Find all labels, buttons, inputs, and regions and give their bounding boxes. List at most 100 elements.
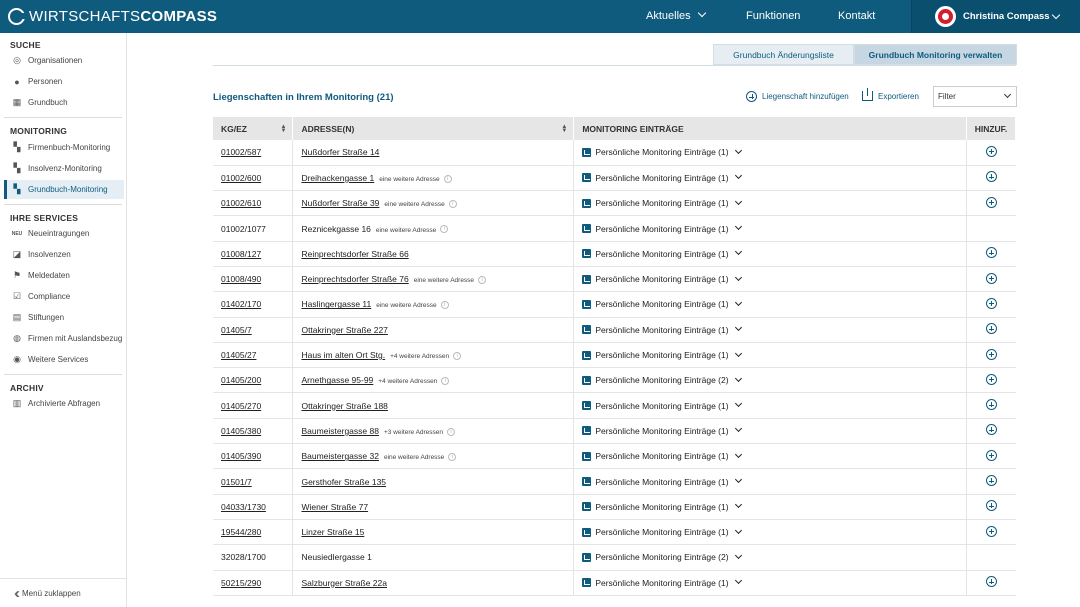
monitoring-dropdown[interactable]: Persönliche Monitoring Einträge (1) [582,526,966,537]
monitoring-dropdown[interactable]: Persönliche Monitoring Einträge (1) [582,273,966,284]
kgez-link[interactable]: 01405/7 [221,325,252,335]
sidebar-item-stiftungen[interactable]: ▤ Stiftungen [4,308,124,327]
sidebar-item-firmenbuch-monitoring[interactable]: ▚ Firmenbuch-Monitoring [4,138,124,157]
monitoring-dropdown[interactable]: Persönliche Monitoring Einträge (2) [582,551,966,562]
address-link[interactable]: Arnethgasse 95-99 [301,375,373,385]
add-circle-icon[interactable] [985,399,997,411]
sidebar-item-organisationen[interactable]: ◎ Organisationen [4,51,124,70]
add-property-button[interactable]: Liegenschaft hinzufügen [746,91,849,102]
monitoring-dropdown[interactable]: Persönliche Monitoring Einträge (1) [582,501,966,512]
address-link[interactable]: Ottakringer Straße 227 [301,325,387,335]
monitoring-dropdown[interactable]: Persönliche Monitoring Einträge (1) [582,197,966,208]
logo[interactable]: WIRTSCHAFTS COMPASS [8,8,217,25]
kgez-link[interactable]: 01501/7 [221,477,252,487]
kgez-link[interactable]: 01405/390 [221,451,261,461]
monitoring-dropdown[interactable]: Persönliche Monitoring Einträge (1) [582,146,966,157]
tab-monitoring-verwalten[interactable]: Grundbuch Monitoring verwalten [854,44,1017,65]
sidebar-item-insolvenzen[interactable]: ◪ Insolvenzen [4,245,124,264]
kgez-link[interactable]: 01002/587 [221,147,261,157]
kgez-link[interactable]: 01008/127 [221,249,261,259]
sidebar-item-insolvenz-monitoring[interactable]: ▚ Insolvenz-Monitoring [4,159,124,178]
add-circle-icon[interactable] [985,171,997,183]
address-link[interactable]: Baumeistergasse 88 [301,426,379,436]
collapse-menu-button[interactable]: ‹‹ Menü zuklappen [0,578,127,607]
address-link[interactable]: Wiener Straße 77 [301,502,368,512]
nav-aktuelles[interactable]: Aktuelles [646,0,706,33]
kgez-link[interactable]: 04033/1730 [221,502,266,512]
info-icon[interactable]: i [478,275,487,284]
address-link[interactable]: Reznicekgasse 16 [301,224,370,234]
kgez-link[interactable]: 01008/490 [221,274,261,284]
info-icon[interactable]: i [448,452,457,461]
sidebar-item-neueintragungen[interactable]: NEU Neueintragungen [4,224,124,243]
sidebar-item-compliance[interactable]: ☑ Compliance [4,287,124,306]
kgez-link[interactable]: 50215/290 [221,578,261,588]
tab-aenderungsliste[interactable]: Grundbuch Änderungsliste [713,44,854,65]
address-link[interactable]: Dreihackengasse 1 [301,173,374,183]
add-circle-icon[interactable] [985,500,997,512]
export-button[interactable]: Exportieren [862,88,919,101]
sidebar-item-archivierte-abfragen[interactable]: ▥ Archivierte Abfragen [4,394,124,413]
monitoring-dropdown[interactable]: Persönliche Monitoring Einträge (2) [582,374,966,385]
info-icon[interactable]: i [440,301,449,310]
add-circle-icon[interactable] [985,373,997,385]
sidebar-item-meldedaten[interactable]: ⚑ Meldedaten [4,266,124,285]
monitoring-dropdown[interactable]: Persönliche Monitoring Einträge (1) [582,172,966,183]
kgez-link[interactable]: 01002/600 [221,173,261,183]
info-icon[interactable]: i [443,174,452,183]
sidebar-item-weitere-services[interactable]: ◉ Weitere Services [4,350,124,369]
monitoring-dropdown[interactable]: Persönliche Monitoring Einträge (1) [582,450,966,461]
filter-select[interactable]: Filter [933,86,1017,107]
add-circle-icon[interactable] [985,475,997,486]
kgez-link[interactable]: 01405/27 [221,350,256,360]
info-icon[interactable]: i [448,199,457,208]
monitoring-dropdown[interactable]: Persönliche Monitoring Einträge (1) [582,475,966,487]
address-link[interactable]: Neusiedlergasse 1 [301,552,371,562]
address-link[interactable]: Salzburger Straße 22a [301,578,387,588]
add-circle-icon[interactable] [985,196,997,208]
nav-kontakt[interactable]: Kontakt [838,0,875,33]
column-header-kgez[interactable]: KG/EZ ▲ ▼ [213,117,294,140]
monitoring-dropdown[interactable]: Persönliche Monitoring Einträge (1) [582,577,966,588]
add-circle-icon[interactable] [985,424,997,436]
add-circle-icon[interactable] [985,323,997,335]
add-circle-icon[interactable] [985,297,997,309]
sidebar-item-personen[interactable]: ● Personen [4,72,124,91]
add-circle-icon[interactable] [985,449,997,461]
kgez-link[interactable]: 19544/280 [221,527,261,537]
address-link[interactable]: Linzer Straße 15 [301,527,364,537]
add-circle-icon[interactable] [985,348,997,360]
sidebar-item-grundbuch-monitoring[interactable]: ▚ Grundbuch-Monitoring [4,180,124,199]
monitoring-dropdown[interactable]: Persönliche Monitoring Einträge (1) [582,349,966,360]
add-circle-icon[interactable] [985,145,997,157]
address-link[interactable]: Haslingergasse 11 [301,299,371,309]
kgez-link[interactable]: 01405/200 [221,375,261,385]
kgez-link[interactable]: 01405/380 [221,426,261,436]
kgez-link[interactable]: 01405/270 [221,401,261,411]
add-circle-icon[interactable] [985,272,997,284]
monitoring-dropdown[interactable]: Persönliche Monitoring Einträge (1) [582,248,966,259]
monitoring-dropdown[interactable]: Persönliche Monitoring Einträge (1) [582,222,966,234]
address-link[interactable]: Reinprechtsdorfer Straße 76 [301,274,408,284]
info-icon[interactable]: i [447,427,456,436]
add-circle-icon[interactable] [985,576,997,588]
info-icon[interactable]: i [440,225,449,234]
address-link[interactable]: Nußdorfer Straße 39 [301,198,379,208]
monitoring-dropdown[interactable]: Persönliche Monitoring Einträge (1) [582,400,966,411]
info-icon[interactable]: i [441,377,450,386]
address-link[interactable]: Ottakringer Straße 188 [301,401,387,411]
monitoring-dropdown[interactable]: Persönliche Monitoring Einträge (1) [582,324,966,335]
sidebar-item-firmen-auslandsbezug[interactable]: ◍ Firmen mit Auslandsbezug [4,329,124,348]
user-menu[interactable]: Christina Compass [911,0,1080,33]
address-link[interactable]: Gersthofer Straße 135 [301,477,386,487]
info-icon[interactable]: i [453,351,462,360]
kgez-link[interactable]: 01402/170 [221,299,261,309]
nav-funktionen[interactable]: Funktionen [746,0,800,33]
add-circle-icon[interactable] [985,525,997,537]
column-header-adresse[interactable]: ADRESSE(N) ▲ ▼ [292,117,575,140]
monitoring-dropdown[interactable]: Persönliche Monitoring Einträge (1) [582,425,966,436]
address-link[interactable]: Nußdorfer Straße 14 [301,147,379,157]
address-link[interactable]: Haus im alten Ort Stg. [301,350,385,360]
monitoring-dropdown[interactable]: Persönliche Monitoring Einträge (1) [582,298,966,309]
add-circle-icon[interactable] [985,247,997,259]
